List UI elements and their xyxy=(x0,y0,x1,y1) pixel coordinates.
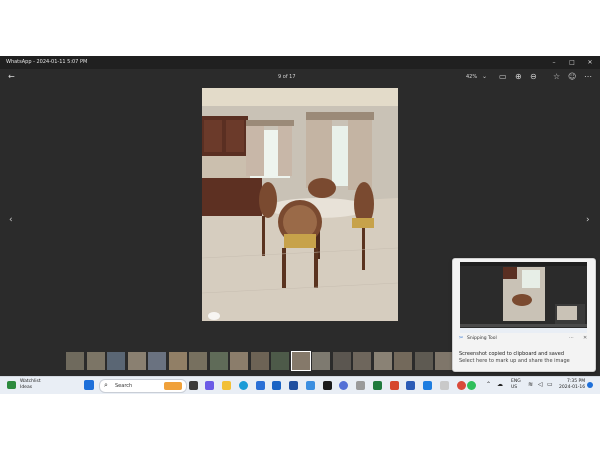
word-icon[interactable] xyxy=(406,381,415,390)
zoom-in-icon[interactable]: ⊕ xyxy=(515,72,522,81)
tray-overflow-chevron-icon[interactable]: ⌃ xyxy=(486,381,491,388)
window-title: WhatsApp - 2024-01-11 5:07 PM xyxy=(6,59,88,65)
powerpoint-icon[interactable] xyxy=(390,381,399,390)
notification-subtext: Select here to mark up and share the ima… xyxy=(459,358,570,364)
excel-icon[interactable] xyxy=(373,381,382,390)
wifi-icon[interactable]: ≋ xyxy=(528,381,533,388)
search-icon: ⌕ xyxy=(104,381,108,389)
photos-red-icon[interactable] xyxy=(457,381,466,390)
zoom-dropdown-icon[interactable]: ⌄ xyxy=(482,73,487,80)
thumbnail[interactable] xyxy=(66,352,84,370)
search-label: Search xyxy=(115,383,133,389)
notification-bell-icon[interactable] xyxy=(587,382,593,388)
thumbnail[interactable] xyxy=(353,352,371,370)
teams-chat-icon[interactable] xyxy=(205,381,214,390)
thumbnail[interactable] xyxy=(230,352,248,370)
thumbnail[interactable] xyxy=(435,352,453,370)
notification-close-icon[interactable]: ✕ xyxy=(583,335,587,341)
terminal-icon[interactable] xyxy=(323,381,332,390)
dropbox-icon[interactable] xyxy=(289,381,298,390)
next-image-arrow-icon[interactable]: › xyxy=(586,215,590,225)
thumbnail[interactable] xyxy=(209,352,228,370)
zoom-level[interactable]: 42% xyxy=(466,74,477,80)
start-windows-icon[interactable] xyxy=(84,380,94,390)
title-bar: WhatsApp - 2024-01-11 5:07 PM – □ ✕ xyxy=(0,56,600,69)
widget-subtitle: Ideas xyxy=(20,385,33,390)
thumbnail[interactable] xyxy=(168,352,187,370)
outlook-icon[interactable] xyxy=(423,381,432,390)
screenshot-preview[interactable] xyxy=(460,262,587,333)
thumbnail[interactable] xyxy=(373,352,392,370)
zoom-out-icon[interactable]: ⊖ xyxy=(530,72,537,81)
displayed-photo xyxy=(202,88,398,321)
widgets-button[interactable]: Watchlist Ideas xyxy=(20,379,41,391)
more-options-icon[interactable]: ⋯ xyxy=(584,72,592,81)
thumbnail[interactable] xyxy=(271,352,289,370)
thumbnail[interactable] xyxy=(312,352,330,370)
thumbnail[interactable] xyxy=(127,352,146,370)
fit-to-window-icon[interactable]: ▭ xyxy=(499,72,507,81)
thumbnail[interactable] xyxy=(332,352,351,370)
volume-icon[interactable]: ◁ xyxy=(538,381,543,388)
battery-icon[interactable]: ▭ xyxy=(547,381,553,388)
clock-date: 2024-01-16 xyxy=(559,385,586,390)
snipping-tool-notification[interactable]: Snipping Tool ✂ ⋯ ✕ Screenshot copied to… xyxy=(452,258,596,372)
mail-app-icon[interactable] xyxy=(306,381,315,390)
thumbnail[interactable] xyxy=(189,352,207,370)
microsoft-store-icon[interactable] xyxy=(256,381,265,390)
close-button[interactable]: ✕ xyxy=(581,57,599,68)
taskbar-search-box[interactable]: ⌕ Search xyxy=(99,379,187,393)
dining-room-photo xyxy=(202,88,398,321)
clock[interactable]: 7:35 PM 2024-01-16 xyxy=(559,379,585,391)
notification-app-name: Snipping Tool xyxy=(467,336,497,341)
task-view-icon[interactable] xyxy=(189,381,198,390)
previous-image-arrow-icon[interactable]: ‹ xyxy=(9,215,13,225)
edge-browser-icon[interactable] xyxy=(239,381,248,390)
whatsapp-icon[interactable] xyxy=(467,381,476,390)
thumbnail[interactable] xyxy=(414,352,433,370)
watchlist-widget-icon[interactable] xyxy=(7,381,16,389)
thumbnail[interactable] xyxy=(86,352,105,370)
thumbnail[interactable] xyxy=(250,352,269,370)
settings-gear-icon[interactable] xyxy=(339,381,348,390)
screenshot-thumbnail-image xyxy=(460,262,587,333)
cloud-icon[interactable]: ☁ xyxy=(497,381,503,388)
minimize-button[interactable]: – xyxy=(545,57,563,68)
feedback-smiley-icon[interactable]: ☺ xyxy=(568,72,576,81)
maximize-button[interactable]: □ xyxy=(563,57,581,68)
back-arrow-icon[interactable]: ← xyxy=(8,72,15,81)
file-explorer-icon[interactable] xyxy=(222,381,231,390)
language-indicator[interactable]: ENG US xyxy=(511,379,521,391)
mail-icon[interactable] xyxy=(272,381,281,390)
viewer-toolbar: ← 9 of 17 42% ⌄ ▭ ⊕ ⊖ ☆ ☺ ⋯ xyxy=(0,69,600,85)
taskbar: Watchlist Ideas ⌕ Search ⌃ ☁ ENG US ≋ ◁ … xyxy=(0,376,600,394)
image-counter: 9 of 17 xyxy=(278,74,296,80)
favorite-star-icon[interactable]: ☆ xyxy=(553,72,560,81)
paint-icon[interactable] xyxy=(440,381,449,390)
thumbnail[interactable] xyxy=(148,352,166,370)
thumbnail[interactable] xyxy=(290,351,311,371)
region-code: US xyxy=(511,385,518,390)
thumbnail[interactable] xyxy=(394,352,412,370)
notepad-icon[interactable] xyxy=(356,381,365,390)
search-highlight-icon xyxy=(164,382,182,390)
snipping-tool-icon: ✂ xyxy=(459,335,464,341)
notification-more-icon[interactable]: ⋯ xyxy=(569,335,574,341)
notification-message: Screenshot copied to clipboard and saved xyxy=(459,351,564,357)
thumbnail[interactable] xyxy=(107,352,125,370)
